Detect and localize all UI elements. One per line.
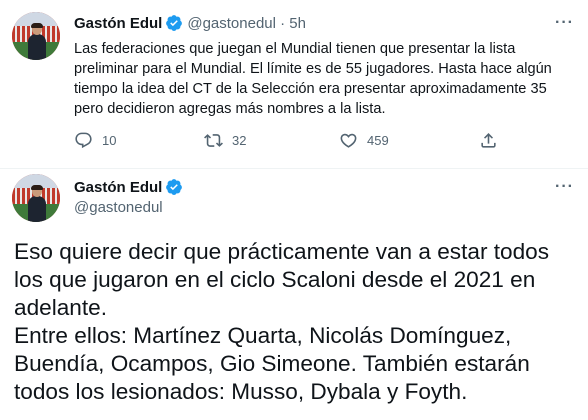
- like-count: 459: [367, 133, 389, 148]
- retweet-button[interactable]: 32: [204, 131, 246, 150]
- like-button[interactable]: 459: [339, 131, 389, 150]
- more-options-icon[interactable]: ···: [555, 14, 574, 32]
- share-button[interactable]: [479, 131, 498, 150]
- reply-count: 10: [102, 133, 117, 148]
- tweet-paragraph-2: Entre ellos: Martínez Quarta, Nicolás Do…: [14, 323, 530, 404]
- author-row: Gastón Edul @gastonedul · 5h: [74, 12, 306, 34]
- author-avatar[interactable]: [12, 174, 60, 222]
- like-icon: [340, 133, 357, 148]
- verified-badge-icon: [166, 179, 183, 195]
- author-avatar[interactable]: [12, 12, 60, 60]
- handle-and-time[interactable]: @gastonedul · 5h: [187, 15, 306, 32]
- reply-icon: [75, 132, 92, 149]
- author-name[interactable]: Gastón Edul: [74, 15, 162, 32]
- tweet-text: Las federaciones que juegan el Mundial t…: [74, 41, 552, 117]
- author-handle[interactable]: @gastonedul: [74, 199, 163, 216]
- author-name[interactable]: Gastón Edul: [74, 179, 162, 196]
- tweet-actions: 10 32 459: [74, 131, 514, 153]
- author-name-row: Gastón Edul: [74, 176, 183, 198]
- tweet-1[interactable]: Gastón Edul @gastonedul · 5h ··· Las fed…: [0, 0, 588, 168]
- retweet-icon: [204, 134, 223, 147]
- share-icon: [481, 133, 496, 148]
- retweet-count: 32: [232, 133, 247, 148]
- more-options-icon[interactable]: ···: [555, 178, 574, 196]
- reply-button[interactable]: 10: [74, 131, 116, 150]
- verified-badge-icon: [166, 15, 183, 31]
- tweet-text: Eso quiere decir que prácticamente van a…: [14, 238, 584, 406]
- tweet-paragraph-1: Eso quiere decir que prácticamente van a…: [14, 239, 550, 320]
